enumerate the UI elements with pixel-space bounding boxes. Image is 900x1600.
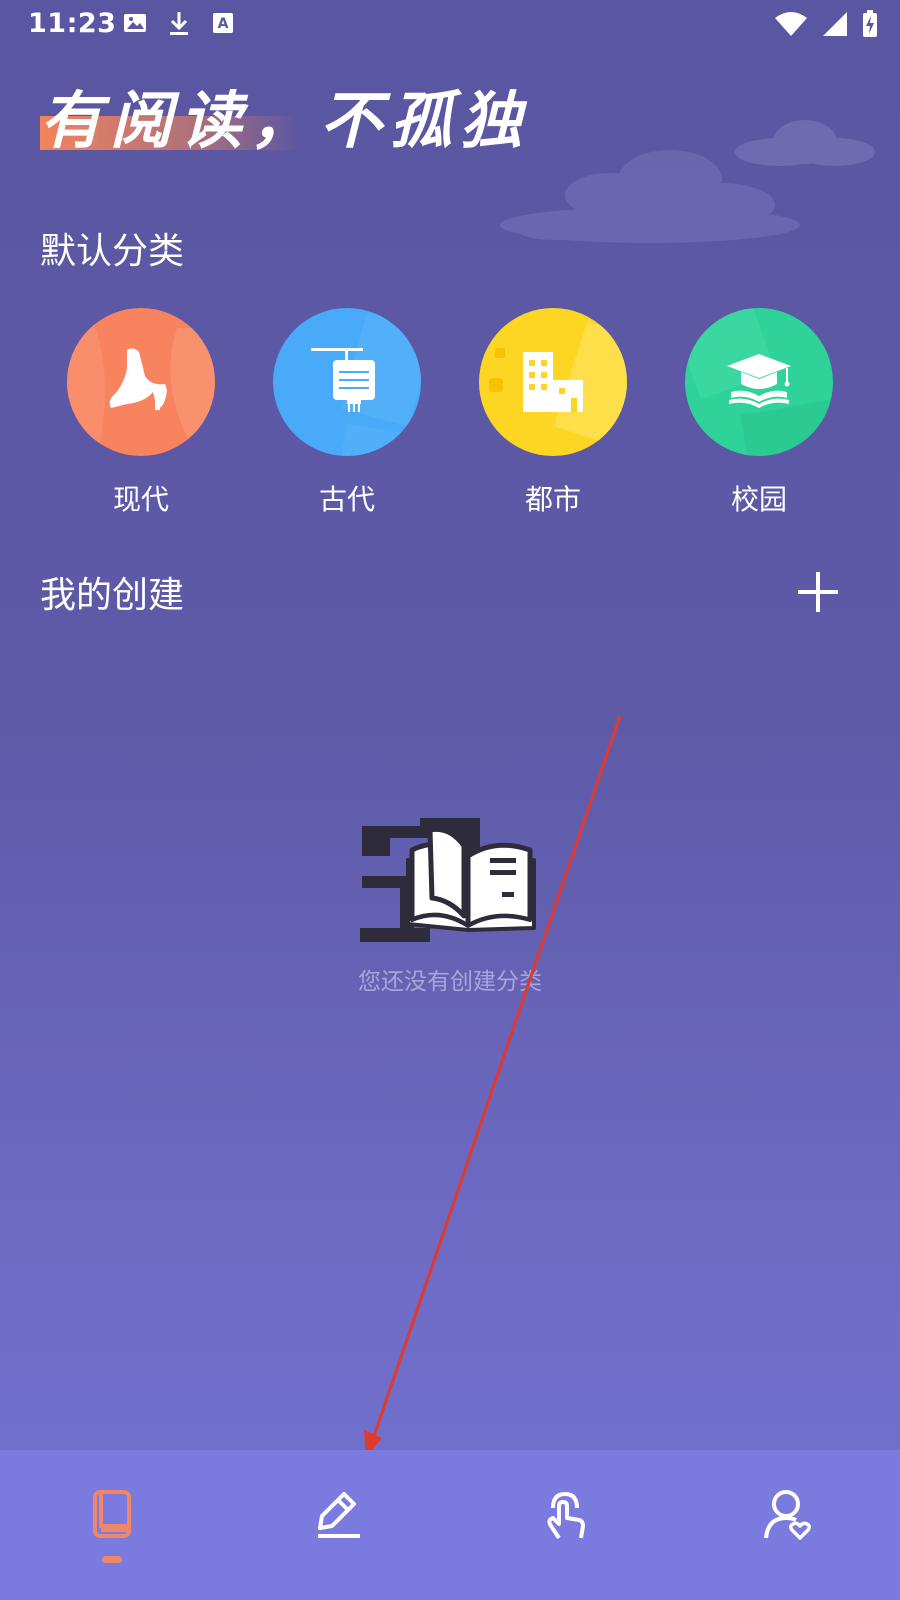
- battery-charging-icon: [862, 10, 878, 42]
- category-ancient-circle: [273, 308, 421, 456]
- default-categories-title: 默认分类: [40, 231, 185, 272]
- touch-hand-icon: [547, 1491, 585, 1540]
- status-bar: 11:23 A: [0, 0, 900, 48]
- category-campus[interactable]: 校园: [684, 308, 834, 518]
- category-label: 校园: [730, 483, 787, 516]
- category-label: 古代: [318, 483, 375, 516]
- default-categories-list: 现代 古代 都市 校园: [0, 308, 900, 518]
- scroll-lantern-icon: [311, 311, 421, 456]
- city-buildings-icon: [489, 321, 627, 445]
- open-book-icon: [360, 818, 536, 942]
- high-heel-icon: [67, 308, 215, 456]
- active-tab-indicator: [102, 1556, 122, 1563]
- nav-tab-write[interactable]: [225, 1450, 450, 1600]
- user-heart-icon: [764, 1490, 812, 1540]
- bottom-navigation: [0, 1450, 900, 1600]
- signal-icon: [822, 11, 848, 41]
- clouds-decoration: [500, 120, 875, 243]
- status-system-icons: [774, 10, 878, 42]
- category-modern-circle: [67, 308, 215, 456]
- empty-state-message: 您还没有创建分类: [358, 969, 542, 995]
- text-a-icon: A: [210, 10, 240, 38]
- category-ancient[interactable]: 古代: [272, 308, 422, 518]
- download-icon: [166, 10, 196, 38]
- category-city-circle: [479, 308, 627, 456]
- bookshelf-icon: [93, 1490, 131, 1538]
- graduation-cap-book-icon: [685, 308, 833, 456]
- status-notification-icons: A: [122, 10, 240, 38]
- status-time: 11:23: [28, 8, 117, 39]
- pencil-write-icon: [318, 1492, 360, 1538]
- category-city[interactable]: 都市: [478, 308, 628, 518]
- category-modern[interactable]: 现代: [66, 308, 216, 518]
- plus-icon[interactable]: [796, 570, 840, 614]
- category-label: 现代: [112, 483, 169, 516]
- nav-tab-profile[interactable]: [675, 1450, 900, 1600]
- my-creations-title: 我的创建: [40, 575, 185, 616]
- svg-text:A: A: [218, 16, 229, 32]
- category-campus-circle: [685, 308, 833, 456]
- wifi-icon: [774, 11, 808, 41]
- nav-tab-interact[interactable]: [450, 1450, 675, 1600]
- category-label: 都市: [524, 483, 581, 516]
- image-icon: [122, 10, 152, 38]
- nav-tab-bookshelf[interactable]: [0, 1450, 225, 1600]
